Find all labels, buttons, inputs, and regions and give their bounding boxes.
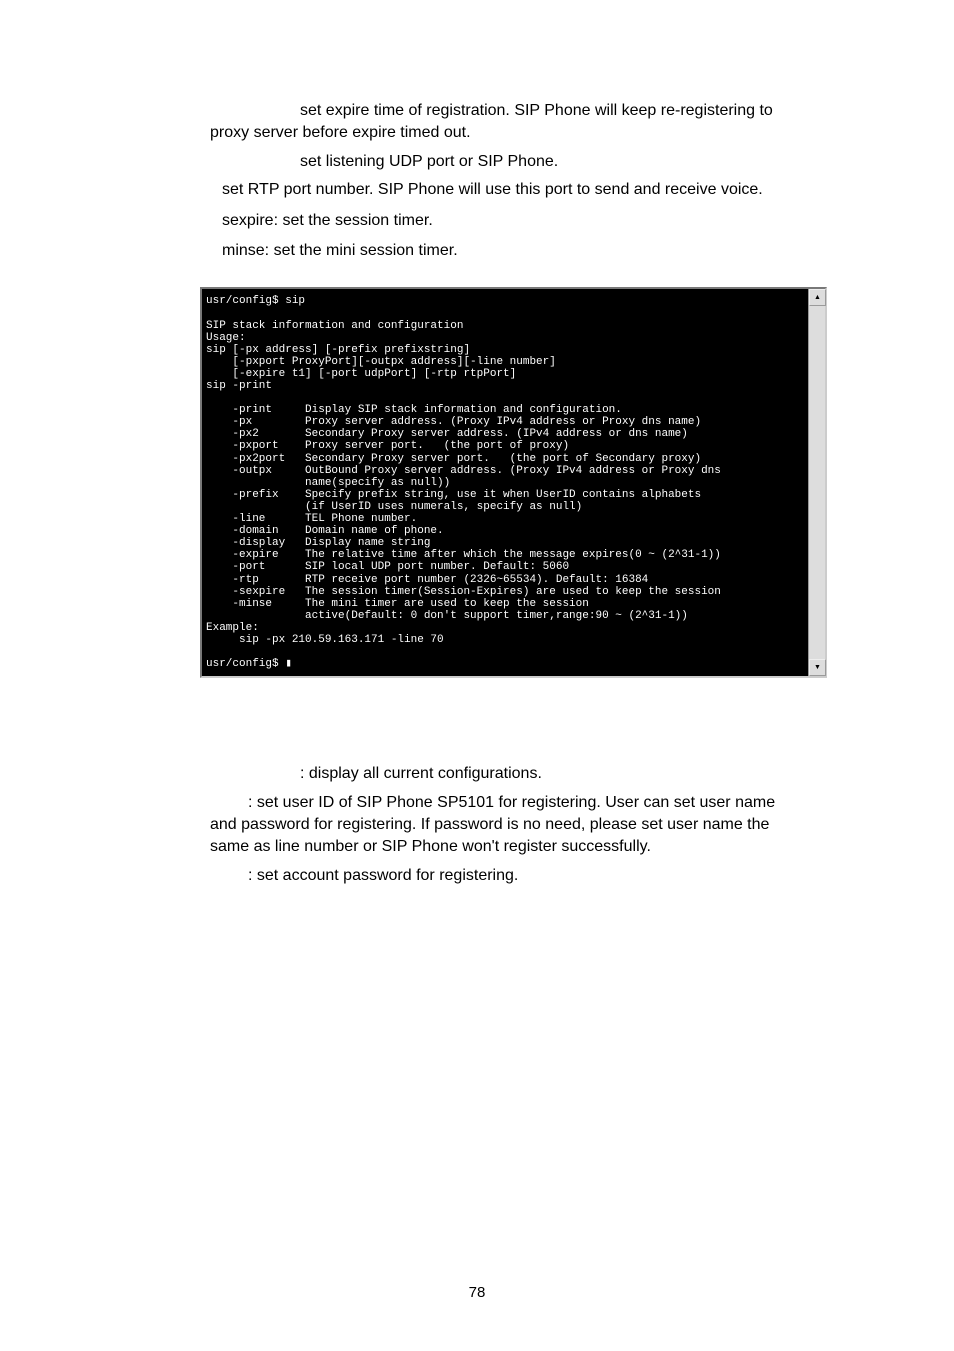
description-minse: minse: set the mini session timer. [210,240,794,262]
chevron-down-icon: ▼ [814,664,821,671]
description-display-config: : display all current configurations. [210,763,794,785]
scroll-down-button[interactable]: ▼ [809,659,826,676]
scroll-up-button[interactable]: ▲ [809,289,826,306]
page-number: 78 [0,1284,954,1301]
top-description-list: set expire time of registration. SIP Pho… [210,100,794,262]
terminal-text: usr/config$ sip SIP stack information an… [206,295,821,670]
description-expire: set expire time of registration. SIP Pho… [210,100,794,145]
description-password: : set account password for registering. [210,865,794,887]
description-user-id: : set user ID of SIP Phone SP5101 for re… [210,792,794,859]
description-sexpire: sexpire: set the session timer. [210,210,794,232]
bottom-description-list: : display all current configurations. : … [210,763,794,887]
description-rtp: set RTP port number. SIP Phone will use … [210,179,794,201]
terminal-window: usr/config$ sip SIP stack information an… [200,287,827,678]
chevron-up-icon: ▲ [814,294,821,301]
description-listening: set listening UDP port or SIP Phone. [210,151,794,173]
scrollbar[interactable]: ▲ ▼ [808,289,825,676]
